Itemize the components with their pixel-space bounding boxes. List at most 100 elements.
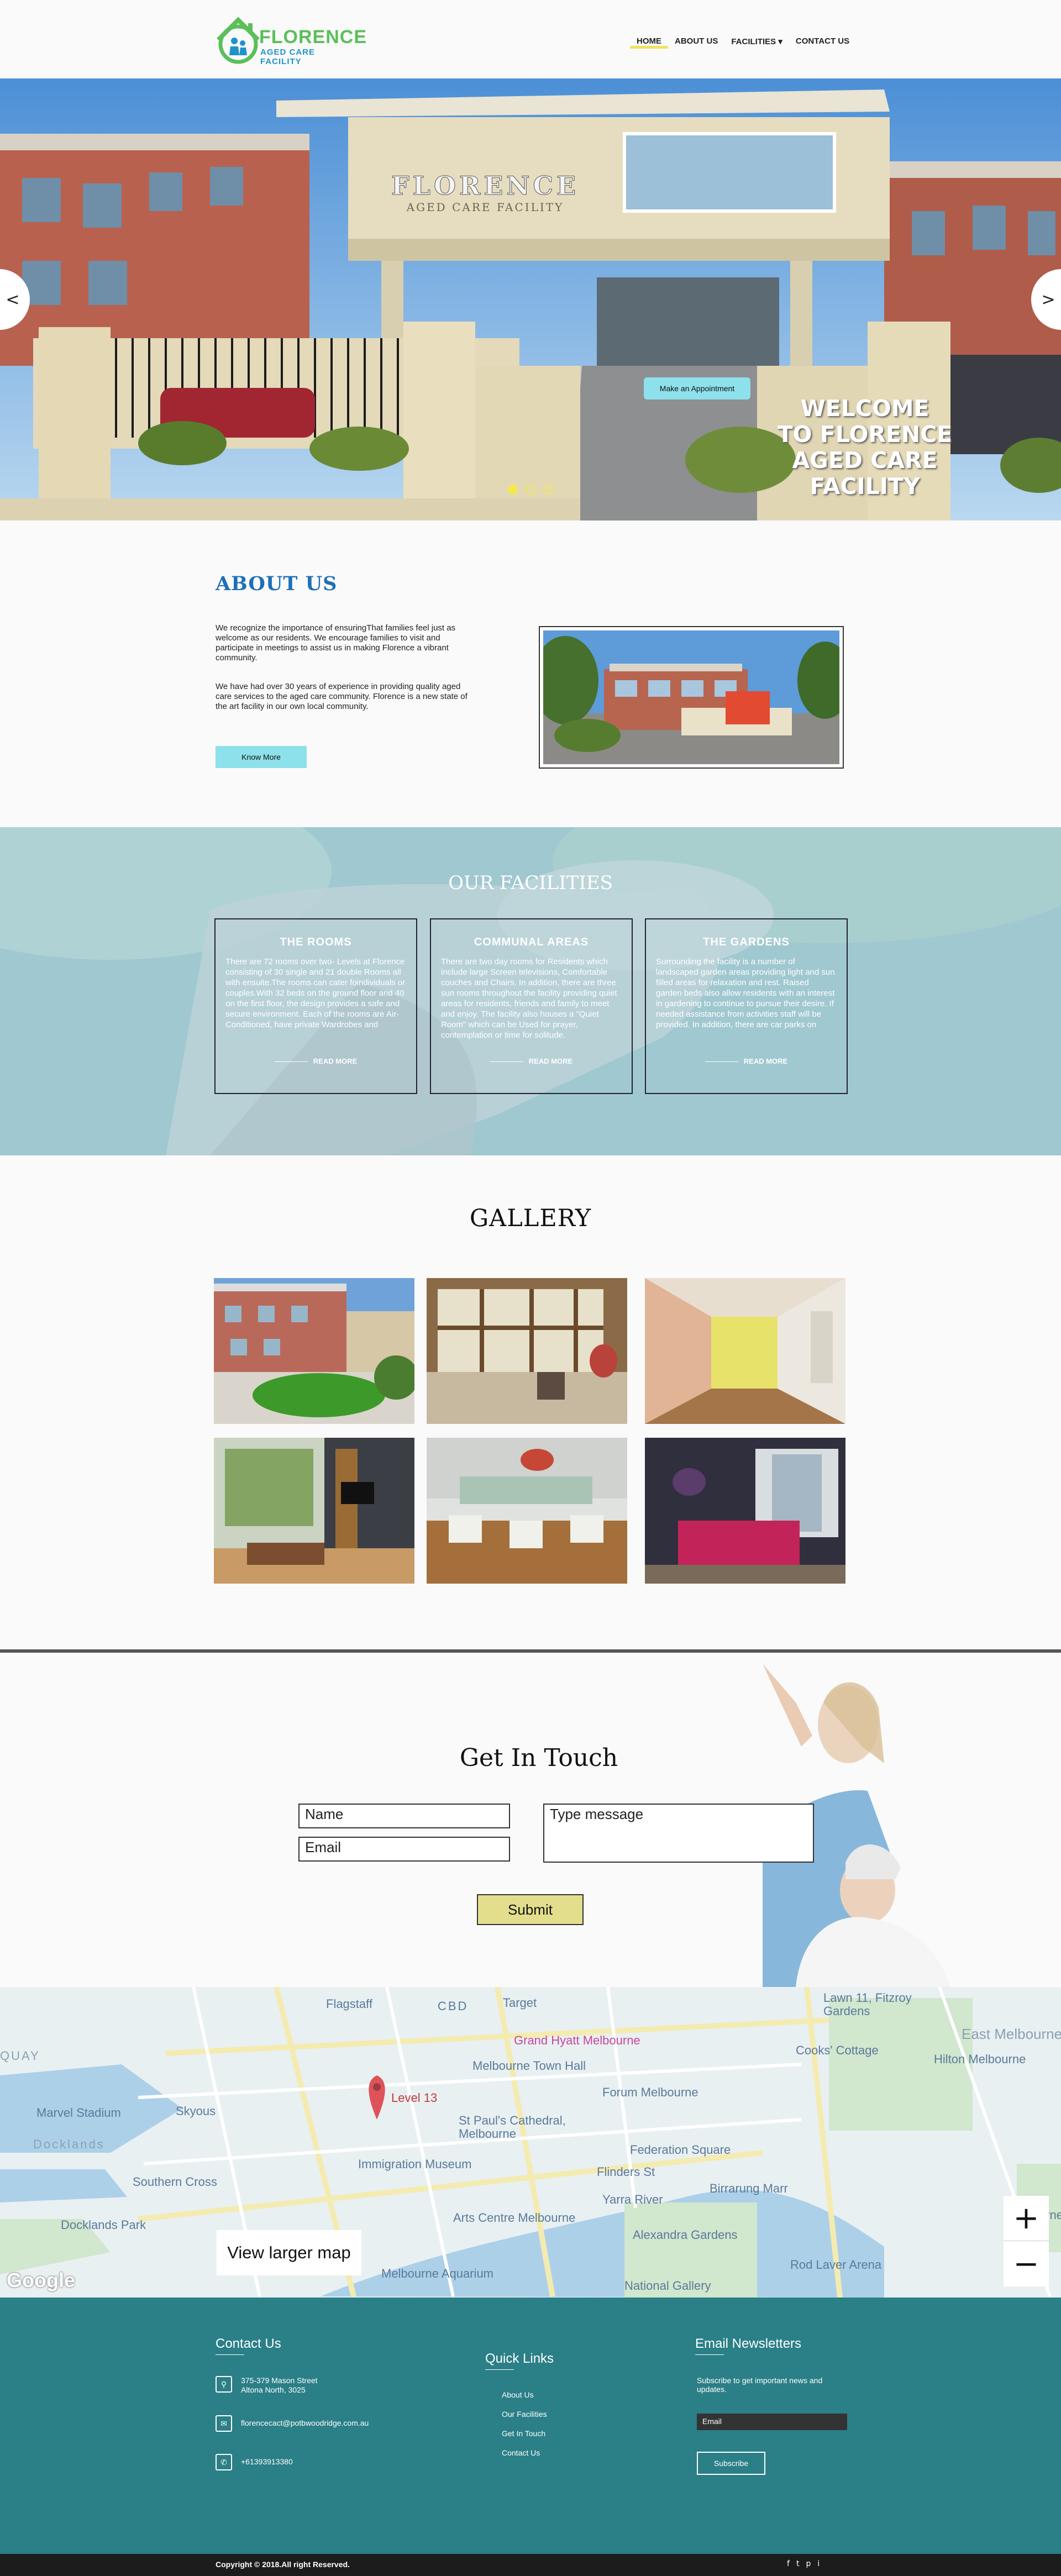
facebook-icon[interactable]: f [787,2559,790,2568]
site-logo[interactable]: FLORENCE AGED CARE FACILITY [214,13,366,66]
location-pin-icon: ⚲ [216,2376,232,2393]
address-line-2: Altona North, 3025 [241,2385,306,2394]
zoom-in-button[interactable]: + [1004,2196,1049,2241]
slider-dot-2[interactable] [526,485,535,495]
map-label: QUAY [0,2049,40,2063]
name-input[interactable]: Name [298,1804,510,1828]
quick-link-facilities[interactable]: Our Facilities [502,2410,547,2419]
email-input[interactable]: Email [298,1837,510,1862]
map-label: CBD [438,1999,469,2013]
footer-email: ✉ florencecact@potbwoodridge.com.au [216,2415,369,2432]
address-line-1: 375-379 Mason Street [241,2376,318,2385]
newsletter-email-input[interactable]: Email [697,2414,847,2430]
contact-title: Get In Touch [459,1744,618,1772]
map-label: East Melbourne [962,2026,1061,2042]
quick-link-contact[interactable]: Contact Us [502,2448,540,2457]
logo-house-icon [217,17,260,64]
facility-card-title: COMMUNAL AREAS [474,936,589,948]
subscribe-button[interactable]: Subscribe [697,2452,765,2475]
gallery-image-sunroom[interactable] [427,1278,627,1424]
map-label: Alexandra Gardens [633,2228,738,2242]
copyright-bar: Copyright © 2018.All right Reserved. f t… [0,2554,1061,2576]
map-label: St Paul's Cathedral, Melbourne [459,2114,566,2141]
social-links: f t p i [787,2559,820,2568]
quick-link-get-in-touch[interactable]: Get In Touch [502,2429,545,2438]
message-textarea[interactable]: Type message [543,1804,814,1863]
map-label: Cooks' Cottage [796,2043,879,2057]
footer-email-link[interactable]: florencecact@potbwoodridge.com.au [241,2415,369,2428]
pinterest-icon[interactable]: p [806,2559,811,2568]
google-logo: Google [7,2269,75,2291]
footer-quick-links-title: Quick Links [485,2351,554,2370]
site-header: FLORENCE AGED CARE FACILITY HOME ABOUT U… [0,0,1061,78]
about-paragraph-2: We have had over 30 years of experience … [216,682,468,711]
map-label: Southern Cross [133,2175,217,2189]
gallery-image-dining[interactable] [427,1438,627,1584]
map-label: Docklands [33,2137,105,2151]
newsletter-description: Subscribe to get important news and upda… [697,2376,823,2394]
nav-about-us[interactable]: ABOUT US [668,34,724,49]
twitter-icon[interactable]: t [796,2559,800,2568]
make-appointment-button[interactable]: Make an Appointment [644,377,750,399]
gallery-image-lounge[interactable] [645,1438,845,1584]
about-title: ABOUT US [216,572,338,595]
facility-card-text: There are 72 rooms over two- Levels at F… [225,957,406,1029]
map-label: Marvel Stadium [36,2106,121,2120]
envelope-icon: ✉ [216,2415,232,2432]
slider-dots [508,485,553,495]
quick-link-about[interactable]: About Us [502,2390,534,2399]
view-larger-map-button[interactable]: View larger map [217,2230,361,2275]
facility-card-communal: COMMUNAL AREAS There are two day rooms f… [430,918,633,1094]
slider-dot-3[interactable] [543,485,553,495]
map-label: Docklands Park [61,2218,146,2232]
logo-title: FLORENCE [259,27,367,48]
footer-phone-link[interactable]: +61393913380 [241,2454,293,2467]
map-label: Lawn 11, Fitzroy Gardens [823,1991,912,2018]
footer-phone: ✆ +61393913380 [216,2454,293,2470]
map-label: Grand Hyatt Melbourne [514,2033,640,2047]
facilities-title: OUR FACILITIES [448,872,613,894]
map-label: Federation Square [630,2143,731,2157]
facility-card-rooms: THE ROOMS There are 72 rooms over two- L… [214,918,417,1094]
map-embed[interactable]: Flagstaff CBD Target Grand Hyatt Melbour… [0,1987,1061,2298]
read-more-link[interactable]: READ MORE [656,1057,837,1065]
gallery-title: GALLERY [469,1205,592,1232]
submit-button[interactable]: Submit [477,1894,584,1925]
building-sign-sub: AGED CARE FACILITY [406,201,564,214]
map-label: Yarra River [602,2193,663,2206]
nav-contact-us[interactable]: CONTACT US [789,34,856,49]
facility-card-text: There are two day rooms for Residents wh… [441,957,617,1040]
map-zoom-controls: + − [1004,2196,1049,2286]
gallery-image-bedroom[interactable] [214,1438,414,1584]
map-label: Skyous [176,2104,216,2118]
facilities-section: OUR FACILITIES THE ROOMS There are 72 ro… [0,827,1061,1155]
map-label: Rod Laver Arena [790,2258,882,2272]
slider-dot-1[interactable] [508,485,518,495]
map-label: Melbourne Town Hall [472,2059,586,2073]
map-label: Hilton Melbourne [934,2052,1026,2066]
gallery-image-corridor[interactable] [645,1278,845,1424]
about-photo [532,630,853,764]
facility-card-title: THE ROOMS [280,936,352,948]
nav-facilities[interactable]: FACILITIES ▾ [724,34,789,49]
nav-home[interactable]: HOME [630,34,668,49]
map-label: National Gallery [624,2279,711,2293]
gallery-image-courtyard[interactable] [214,1278,414,1424]
building-sign-main: FLORENCE [391,171,579,201]
instagram-icon[interactable]: i [817,2559,820,2568]
read-more-link[interactable]: READ MORE [441,1057,622,1065]
footer-contact-title: Contact Us [216,2336,281,2355]
map-label: Forum Melbourne [602,2085,698,2099]
welcome-line-2: TO FLORENCE [777,421,953,448]
facility-card-gardens: THE GARDENS Surrounding the facility is … [645,918,848,1094]
contact-section: Get In Touch Name Email Type message Sub… [0,1653,1061,1987]
main-nav: HOME ABOUT US FACILITIES ▾ CONTACT US [630,34,856,51]
zoom-out-button[interactable]: − [1004,2241,1049,2286]
facility-card-title: THE GARDENS [703,936,790,948]
welcome-line-3: AGED CARE FACILITY [792,447,938,500]
map-label: Flinders St [597,2165,655,2179]
read-more-link[interactable]: READ MORE [225,1057,406,1065]
hero-welcome-text: WELCOME TO FLORENCE AGED CARE FACILITY [749,396,981,500]
copyright-text: Copyright © 2018.All right Reserved. [216,2560,350,2569]
know-more-button[interactable]: Know More [216,746,307,768]
